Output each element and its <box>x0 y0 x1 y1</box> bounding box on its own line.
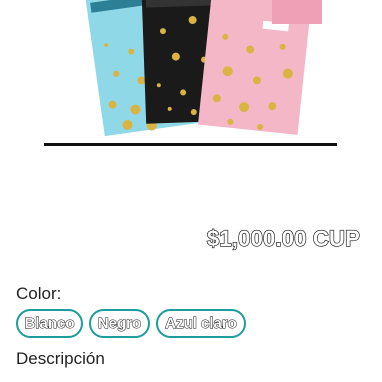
color-option-blanco[interactable]: Blanco <box>16 309 83 338</box>
color-option-negro[interactable]: Negro <box>89 309 150 338</box>
color-options: Blanco Negro Azul claro <box>16 309 246 338</box>
product-photo <box>44 0 337 146</box>
product-price: $1,000.00 CUP <box>206 225 360 251</box>
color-option-azul-claro[interactable]: Azul claro <box>156 309 246 338</box>
description-heading: Descripción <box>16 349 105 368</box>
product-image[interactable] <box>44 0 337 146</box>
color-option-label: Color: <box>16 284 62 303</box>
